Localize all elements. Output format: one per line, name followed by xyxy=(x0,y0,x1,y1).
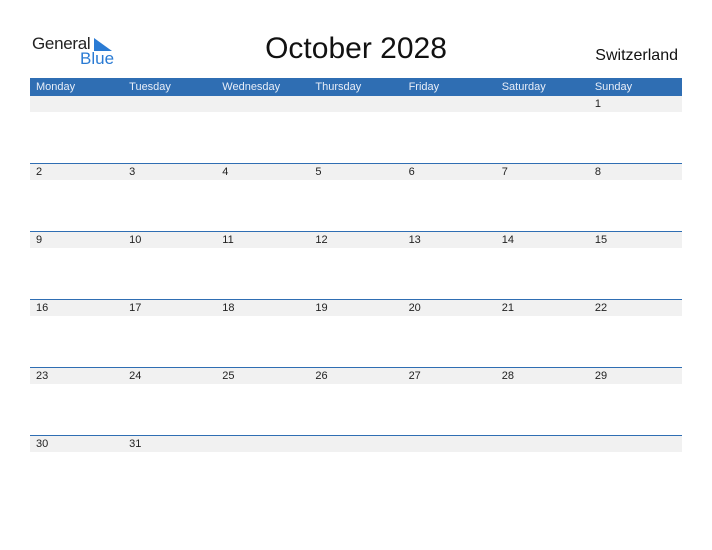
week-row: 16 17 18 19 20 21 22 xyxy=(30,299,682,367)
day-number: 15 xyxy=(594,234,608,246)
day-number xyxy=(123,96,216,112)
day-number: 17 xyxy=(129,302,142,314)
day-number: 2 xyxy=(36,166,43,178)
day-number xyxy=(496,96,589,112)
day-number: 23 xyxy=(36,370,49,382)
week-row: 30 31 xyxy=(30,435,682,503)
weeks-container: 1 2 3 4 5 6 7 8 9 10 11 12 13 14 15 16 17 18 19 20 21 22 23 24 2… xyxy=(30,96,682,503)
day-number: 10 xyxy=(129,234,142,246)
day-number xyxy=(403,436,496,452)
day-number xyxy=(403,96,496,112)
weekday-label: Thursday xyxy=(315,81,362,93)
day-number: 25 xyxy=(222,370,235,382)
week-row: 1 xyxy=(30,96,682,163)
date-strip: 23 24 25 26 27 28 29 xyxy=(30,368,682,384)
day-number xyxy=(309,96,402,112)
day-number xyxy=(30,96,123,112)
day-number: 22 xyxy=(594,302,608,314)
weekday-label: Tuesday xyxy=(129,81,171,93)
day-number: 14 xyxy=(501,234,514,246)
calendar-grid: Monday Tuesday Wednesday Thursday Friday… xyxy=(30,78,682,503)
date-strip: 1 xyxy=(30,96,682,112)
day-number: 20 xyxy=(408,302,421,314)
day-number xyxy=(216,436,309,452)
day-number: 3 xyxy=(129,166,136,178)
day-number: 31 xyxy=(129,438,142,450)
weekday-label: Wednesday xyxy=(222,81,281,93)
date-strip: 30 31 xyxy=(30,436,682,452)
day-number: 19 xyxy=(315,302,328,314)
weekday-label: Friday xyxy=(408,81,440,93)
day-number: 26 xyxy=(315,370,328,382)
week-row: 9 10 11 12 13 14 15 xyxy=(30,231,682,299)
day-number: 9 xyxy=(36,234,43,246)
week-row: 23 24 25 26 27 28 29 xyxy=(30,367,682,435)
country-label: Switzerland xyxy=(595,47,678,64)
day-number: 12 xyxy=(315,234,328,246)
weekday-label: Sunday xyxy=(594,81,633,93)
day-number: 30 xyxy=(36,438,49,450)
day-number: 7 xyxy=(501,166,508,178)
day-number: 21 xyxy=(501,302,514,314)
day-number: 11 xyxy=(222,234,234,246)
day-number: 8 xyxy=(594,166,601,178)
day-number: 18 xyxy=(222,302,235,314)
day-number: 4 xyxy=(222,166,229,178)
weekday-label: Monday xyxy=(36,81,76,93)
date-strip: 16 17 18 19 20 21 22 xyxy=(30,300,682,316)
day-number xyxy=(216,96,309,112)
day-number: 29 xyxy=(594,370,608,382)
day-number: 16 xyxy=(36,302,49,314)
day-number: 5 xyxy=(315,166,322,178)
day-number: 28 xyxy=(501,370,514,382)
weekday-header: Monday Tuesday Wednesday Thursday Friday… xyxy=(30,78,682,96)
date-strip: 2 3 4 5 6 7 8 xyxy=(30,164,682,180)
date-strip: 9 10 11 12 13 14 15 xyxy=(30,232,682,248)
day-number xyxy=(309,436,402,452)
day-number xyxy=(496,436,589,452)
day-number: 13 xyxy=(408,234,421,246)
day-number xyxy=(589,436,682,452)
day-number: 6 xyxy=(408,166,415,178)
day-number: 24 xyxy=(129,370,142,382)
week-row: 2 3 4 5 6 7 8 xyxy=(30,163,682,231)
day-number: 27 xyxy=(408,370,421,382)
weekday-label: Saturday xyxy=(501,81,546,93)
day-number: 1 xyxy=(594,98,601,110)
